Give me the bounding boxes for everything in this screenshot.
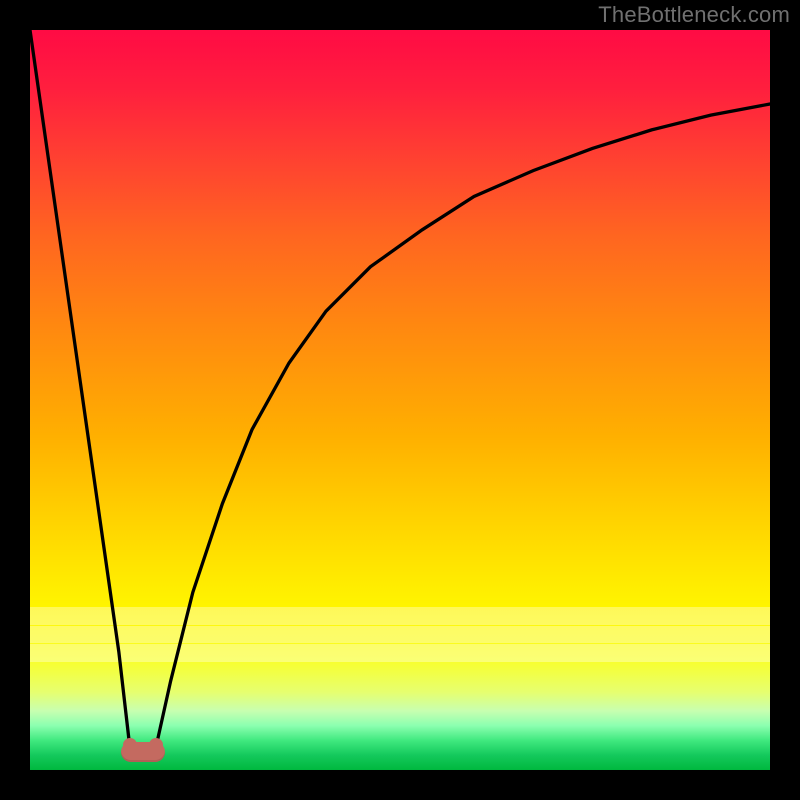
plot-area [30, 30, 770, 770]
chart-frame: TheBottleneck.com [0, 0, 800, 800]
valley-marker [121, 742, 165, 762]
curve-right-branch [156, 104, 770, 748]
curve-svg [30, 30, 770, 770]
curve-left-branch [30, 30, 130, 748]
watermark-text: TheBottleneck.com [598, 2, 790, 28]
